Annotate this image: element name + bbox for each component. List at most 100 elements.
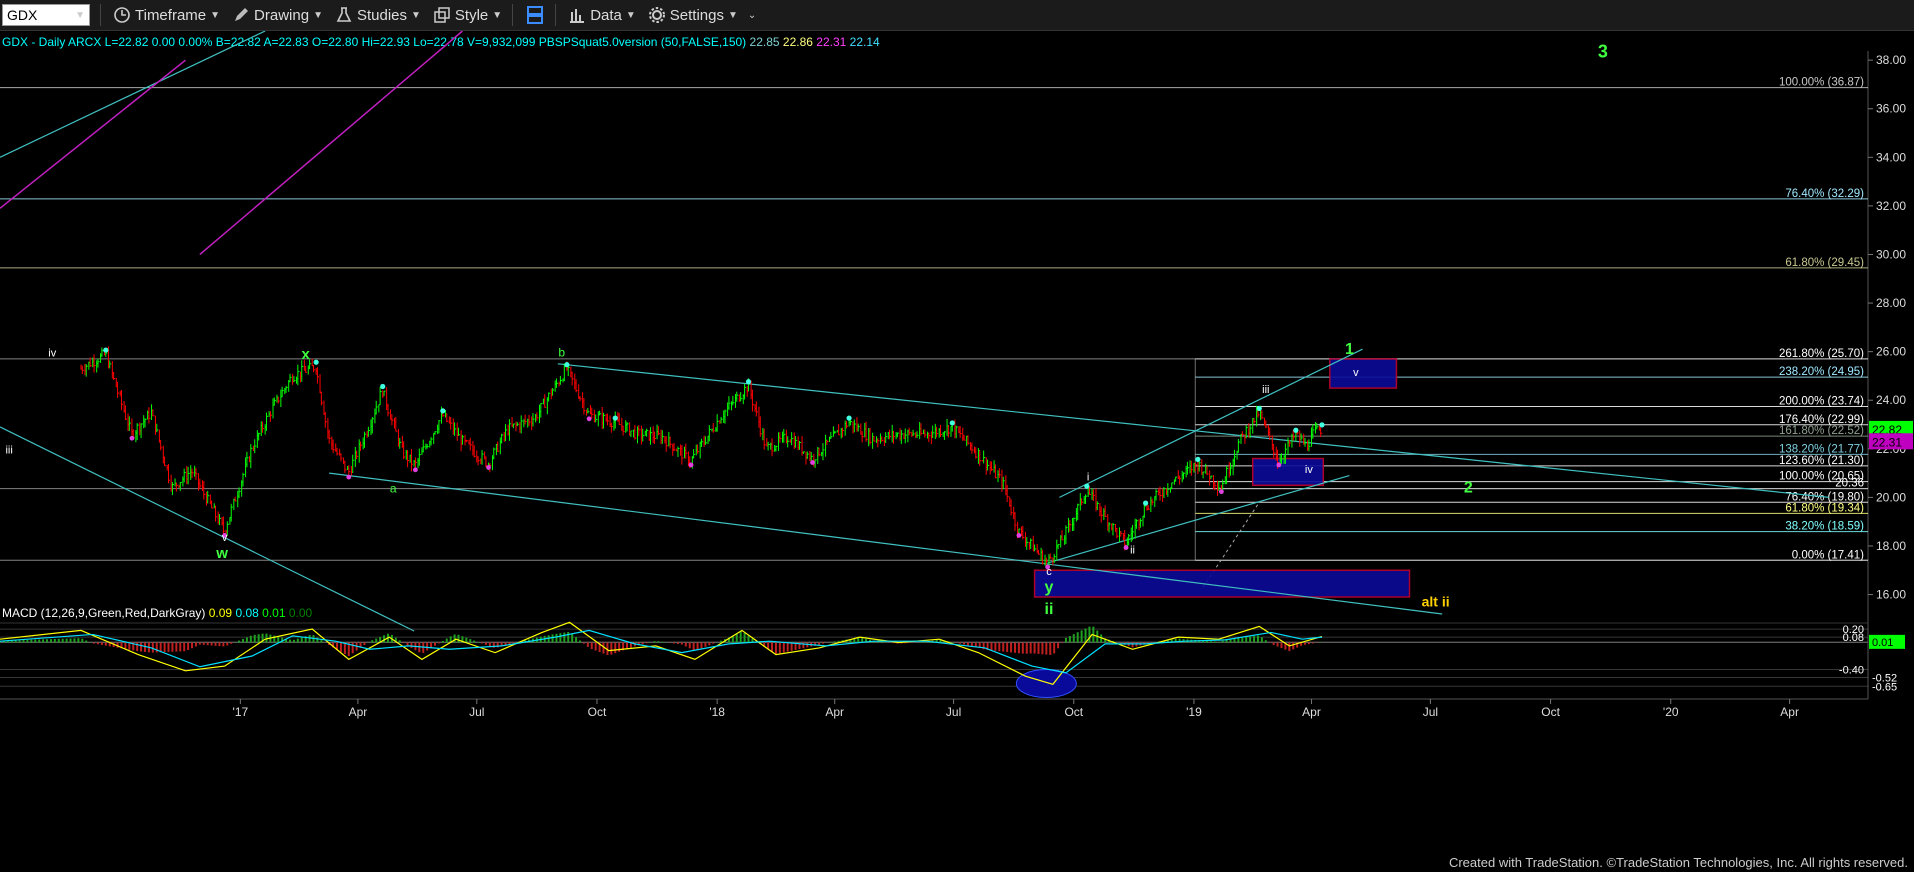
x-tick-label: Oct	[1064, 705, 1083, 719]
y-tick-label: 32.00	[1876, 199, 1906, 213]
fib-level-label: 100.00% (36.87)	[1779, 77, 1864, 89]
x-tick-label: Jul	[1423, 705, 1438, 719]
swing-low-dot	[1123, 545, 1129, 550]
chart-header: GDX - Daily ARCX L=22.82 0.00 0.00% B=22…	[2, 35, 880, 49]
x-tick-label: '19	[1186, 705, 1202, 719]
wave-label: x	[302, 346, 311, 363]
price-badge-label: 22.31	[1872, 435, 1902, 449]
macd-tick-label: -0.40	[1839, 664, 1864, 676]
swing-high-dot	[1143, 500, 1149, 506]
swing-high-dot	[1256, 405, 1262, 411]
swing-high-dot	[313, 359, 319, 365]
wave-label: w	[215, 545, 228, 562]
flask-icon	[336, 7, 352, 22]
y-tick-label: 34.00	[1876, 150, 1906, 164]
symbol-input[interactable]: GDX ▼	[2, 4, 90, 26]
swing-high-dot	[380, 383, 386, 390]
macd-line	[0, 621, 1323, 685]
bar-chart-icon	[570, 9, 585, 23]
fib-level-label: 238.20% (24.95)	[1779, 366, 1864, 378]
swing-high-dot	[440, 408, 446, 414]
header-value: 22.31	[813, 35, 847, 49]
fib-level-label: 76.40% (32.29)	[1785, 188, 1864, 200]
timeframe-label: Timeframe	[135, 6, 207, 24]
symbol-value: GDX	[7, 7, 38, 23]
timeframe-button[interactable]: Timeframe ▼	[113, 3, 220, 27]
caret-down-icon: ▼	[492, 9, 503, 21]
data-label: Data	[590, 6, 622, 24]
fib-level-label: 176.40% (22.99)	[1779, 414, 1864, 426]
style-button[interactable]: Style ▼	[433, 3, 502, 27]
data-button[interactable]: Data ▼	[568, 3, 636, 27]
chevron-down-icon[interactable]: ▼	[75, 10, 85, 21]
channel-line	[0, 31, 266, 158]
wave-label: v	[222, 532, 228, 544]
x-tick-label: Apr	[349, 705, 368, 719]
fib-level-label: 0.00% (17.41)	[1792, 549, 1864, 561]
x-tick-label: '18	[709, 705, 725, 719]
wave-label: ii	[1130, 544, 1135, 556]
caret-down-icon: ▼	[625, 9, 636, 21]
wave-label: alt ii	[1422, 594, 1450, 610]
studies-button[interactable]: Studies ▼	[335, 3, 421, 27]
x-tick-label: Oct	[588, 705, 607, 719]
x-tick-label: Apr	[1780, 705, 1799, 719]
target-box	[1033, 569, 1411, 598]
macd-tick-label: 0.01	[1872, 637, 1893, 649]
swing-low-dot	[413, 467, 418, 473]
x-tick-label: Oct	[1541, 705, 1560, 719]
swing-high-dot	[103, 347, 109, 353]
gear-icon	[648, 7, 665, 23]
x-tick-label: Jul	[469, 705, 484, 719]
y-tick-label: 20.00	[1876, 490, 1906, 504]
macd-tick-label: -0.65	[1872, 681, 1897, 693]
settings-button[interactable]: Settings ▼ ⌄	[648, 3, 756, 27]
swing-low-dot	[1276, 462, 1282, 468]
y-tick-label: 24.00	[1876, 393, 1906, 407]
wave-label: y	[1045, 579, 1054, 596]
macd-header-value: 0.00	[286, 606, 313, 620]
channel-line	[329, 472, 1443, 615]
y-tick-label: 16.00	[1876, 588, 1906, 602]
chart-area[interactable]: GDX - Daily ARCX L=22.82 0.00 0.00% B=22…	[0, 31, 1914, 851]
macd-highlight-ellipse	[1015, 669, 1077, 699]
toolbar-divider	[555, 4, 557, 26]
wave-label: iv	[1305, 464, 1313, 476]
wave-label: 2	[1464, 480, 1473, 497]
layout-button[interactable]	[525, 3, 545, 27]
swing-low-dot	[1218, 489, 1224, 495]
fib-level-label: 261.80% (25.70)	[1779, 348, 1864, 360]
swing-low-dot	[346, 474, 352, 480]
wave-label: iii	[5, 445, 12, 457]
toolbar-divider	[100, 4, 101, 26]
wave-label: iii	[1262, 384, 1269, 396]
clock-icon	[114, 7, 130, 23]
x-tick-label: Jul	[946, 705, 961, 719]
swing-high-dot	[846, 415, 852, 421]
y-tick-label: 36.00	[1876, 102, 1906, 116]
wave-label: i	[1087, 471, 1089, 483]
fib-level-label: 200.00% (23.74)	[1779, 396, 1864, 408]
toolbar: GDX ▼ Timeframe ▼ Drawing ▼ Studies ▼ St…	[0, 0, 1914, 31]
style-icon	[434, 7, 450, 23]
drawing-button[interactable]: Drawing ▼	[232, 3, 323, 27]
y-tick-label: 18.00	[1876, 539, 1906, 553]
style-label: Style	[454, 6, 489, 24]
caret-down-icon: ▼	[727, 9, 738, 21]
swing-high-dot	[1084, 483, 1090, 489]
layout-icon	[527, 6, 544, 24]
swing-low-dot	[129, 435, 135, 441]
x-tick-label: '20	[1663, 705, 1679, 719]
studies-label: Studies	[356, 6, 408, 24]
settings-label: Settings	[669, 6, 724, 24]
swing-high-dot	[1195, 456, 1201, 462]
macd-header-value: 0.09	[205, 606, 232, 620]
wave-label: 3	[1598, 42, 1608, 62]
macd-header-value: 0.08	[232, 606, 259, 620]
x-tick-label: Apr	[825, 705, 844, 719]
fib-level-label: 61.80% (19.34)	[1785, 502, 1864, 514]
wave-label: a	[390, 482, 397, 496]
x-tick-label: Apr	[1302, 705, 1321, 719]
swing-high-dot	[564, 362, 570, 368]
macd-header-value: MACD (12,26,9,Green,Red,DarkGray)	[2, 606, 205, 620]
